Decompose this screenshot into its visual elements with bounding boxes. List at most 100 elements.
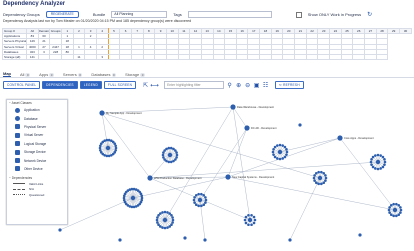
control-panel-button[interactable]: CONTROL PANEL xyxy=(3,81,41,89)
hub-node[interactable] xyxy=(99,110,105,116)
asset-node[interactable] xyxy=(379,154,382,157)
asset-node[interactable] xyxy=(313,179,316,182)
asset-node[interactable] xyxy=(202,194,206,197)
asset-node[interactable] xyxy=(324,179,327,182)
asset-node[interactable] xyxy=(166,226,169,229)
asset-node[interactable] xyxy=(194,194,198,197)
asset-node[interactable] xyxy=(317,170,320,174)
asset-node[interactable] xyxy=(158,212,162,215)
asset-node[interactable] xyxy=(281,157,284,160)
asset-node[interactable] xyxy=(161,211,164,214)
hub-node[interactable] xyxy=(230,104,236,110)
cluster-center-node[interactable] xyxy=(277,149,283,155)
asset-node[interactable] xyxy=(156,221,159,224)
asset-node[interactable] xyxy=(252,221,256,225)
cluster-center-node[interactable] xyxy=(375,159,381,165)
reset-view-icon[interactable]: ▣ xyxy=(253,82,260,89)
hub-node[interactable] xyxy=(147,175,153,181)
asset-node[interactable] xyxy=(383,163,386,166)
asset-node[interactable] xyxy=(155,218,159,222)
asset-node[interactable] xyxy=(170,213,173,217)
highlight-filter-input[interactable]: Enter highlighting filter xyxy=(164,81,225,89)
asset-node[interactable] xyxy=(285,150,289,154)
matrix-cell[interactable] xyxy=(340,53,354,61)
asset-node[interactable] xyxy=(247,213,250,217)
asset-node[interactable] xyxy=(387,208,391,212)
asset-node[interactable] xyxy=(169,160,173,164)
tab-all[interactable]: All 0 xyxy=(20,72,31,77)
asset-node[interactable] xyxy=(388,211,391,214)
tab-apps[interactable]: Apps 0 xyxy=(39,72,54,77)
cluster-center-node[interactable] xyxy=(105,145,111,151)
asset-node[interactable] xyxy=(194,203,198,206)
search-icon[interactable]: ⚲ xyxy=(226,82,233,89)
refresh-groups-icon[interactable]: ↻ xyxy=(367,11,372,18)
hub-node[interactable] xyxy=(337,135,343,141)
cluster-center-node[interactable] xyxy=(167,152,173,158)
matrix-cell[interactable] xyxy=(224,53,237,61)
asset-node[interactable] xyxy=(399,208,403,212)
matrix-cell[interactable]: 141 xyxy=(26,53,39,61)
matrix-header-cell[interactable]: 30 xyxy=(399,27,412,35)
asset-node[interactable] xyxy=(175,151,178,154)
asset-node[interactable] xyxy=(370,158,373,161)
only-wip-checkbox[interactable] xyxy=(295,11,302,18)
asset-node[interactable] xyxy=(314,181,318,184)
layout-icon[interactable]: ☷ xyxy=(262,82,269,89)
asset-node[interactable] xyxy=(103,139,106,143)
asset-node[interactable] xyxy=(371,165,375,169)
matrix-cell[interactable] xyxy=(364,53,377,61)
asset-node[interactable] xyxy=(271,150,275,154)
matrix-cell[interactable] xyxy=(317,53,331,61)
asset-node[interactable] xyxy=(163,226,167,230)
matrix-cell[interactable] xyxy=(259,53,272,61)
expand-icon[interactable]: ⇱ xyxy=(142,82,149,89)
asset-node[interactable] xyxy=(313,174,316,177)
matrix-cell[interactable] xyxy=(60,53,74,61)
asset-node[interactable] xyxy=(192,198,196,202)
asset-node[interactable] xyxy=(171,221,174,224)
asset-node[interactable] xyxy=(322,181,326,184)
asset-node[interactable] xyxy=(281,144,284,147)
zoom-in-icon[interactable]: ⊕ xyxy=(235,82,242,89)
asset-node[interactable] xyxy=(388,206,391,209)
asset-node[interactable] xyxy=(374,154,377,157)
matrix-cell[interactable] xyxy=(294,53,307,61)
asset-node[interactable] xyxy=(105,154,109,158)
asset-node[interactable] xyxy=(114,144,117,148)
asset-node[interactable] xyxy=(167,146,171,150)
asset-node[interactable] xyxy=(317,182,320,186)
asset-node[interactable] xyxy=(99,148,102,152)
asset-node[interactable] xyxy=(283,155,287,159)
asset-node[interactable] xyxy=(285,153,288,156)
asset-node[interactable] xyxy=(383,160,387,164)
asset-node[interactable] xyxy=(399,211,402,214)
tags-input[interactable] xyxy=(187,11,272,18)
matrix-cell[interactable] xyxy=(212,53,226,61)
matrix-cell[interactable] xyxy=(189,53,202,61)
cluster-center-node[interactable] xyxy=(162,217,168,223)
matrix-header-cell[interactable]: 29 xyxy=(387,27,400,35)
asset-node[interactable] xyxy=(273,155,277,159)
asset-node[interactable] xyxy=(244,221,248,225)
asset-node[interactable] xyxy=(167,160,171,164)
asset-node[interactable] xyxy=(162,156,165,159)
asset-node[interactable] xyxy=(202,203,206,206)
asset-node[interactable] xyxy=(389,204,393,207)
matrix-cell[interactable] xyxy=(200,53,214,61)
cluster-center-node[interactable] xyxy=(197,197,203,203)
asset-node[interactable] xyxy=(114,146,118,150)
full-screen-button[interactable]: FULL SCREEN xyxy=(104,81,137,89)
asset-node[interactable] xyxy=(98,146,102,150)
asset-node[interactable] xyxy=(392,202,395,206)
matrix-cell[interactable] xyxy=(247,53,261,61)
zoom-out-icon[interactable]: ⊖ xyxy=(244,82,251,89)
asset-node[interactable] xyxy=(397,204,401,207)
asset-node[interactable] xyxy=(163,210,167,214)
asset-node[interactable] xyxy=(276,157,279,160)
asset-node[interactable] xyxy=(389,213,393,216)
asset-node[interactable] xyxy=(273,145,277,149)
asset-node[interactable] xyxy=(381,165,385,169)
asset-node[interactable] xyxy=(392,214,395,218)
asset-node[interactable] xyxy=(193,196,196,199)
